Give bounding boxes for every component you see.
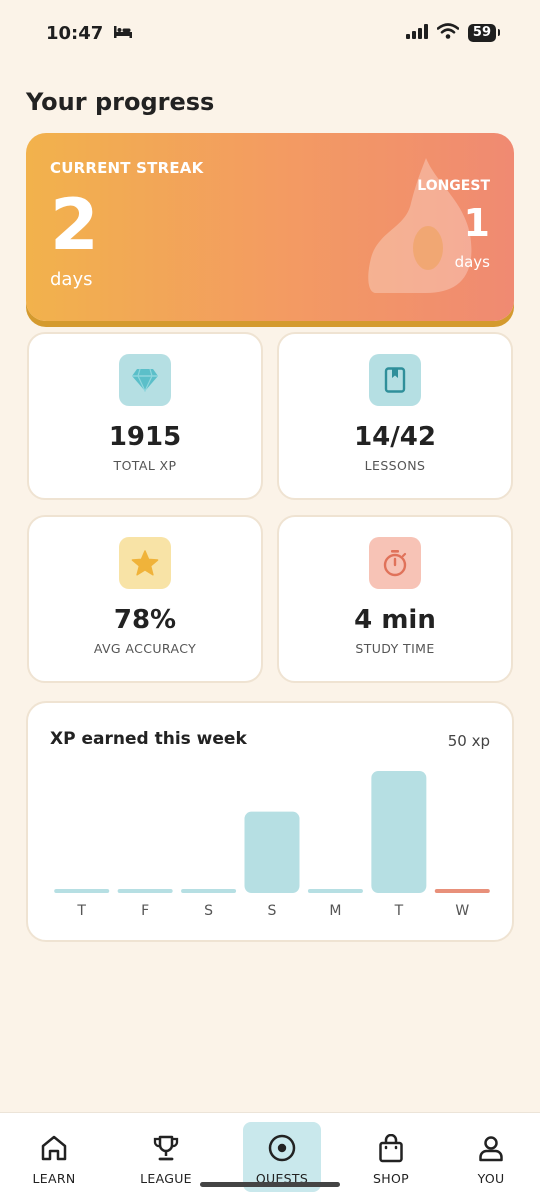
home-icon — [40, 1134, 68, 1162]
chart-day-label: W — [455, 903, 469, 919]
target-icon — [267, 1134, 297, 1162]
study-time-value: 4 min — [354, 605, 436, 635]
streak-label: CURRENT STREAK — [50, 159, 204, 177]
total-xp-value: 1915 — [108, 422, 182, 452]
nav-league[interactable]: LEAGUE — [127, 1122, 205, 1192]
chart-day-label: S — [204, 903, 213, 919]
stopwatch-icon — [369, 537, 421, 589]
nav-shop-label: SHOP — [373, 1171, 409, 1186]
battery-indicator: 59 — [467, 24, 501, 42]
chart-bar — [371, 771, 427, 893]
chart-day-label: S — [268, 903, 277, 919]
chart-bar — [434, 889, 490, 893]
chart-day-label: T — [76, 903, 86, 919]
trophy-icon — [152, 1134, 180, 1162]
total-xp-label: TOTAL XP — [113, 458, 177, 473]
status-time: 10:47 — [46, 22, 104, 44]
nav-league-label: LEAGUE — [140, 1171, 192, 1186]
avg-accuracy-label: AVG ACCURACY — [93, 641, 197, 656]
longest-streak-unit: days — [454, 253, 490, 271]
chart-bar — [244, 811, 300, 893]
streak-unit: days — [50, 269, 93, 290]
streak-value: 2 — [50, 184, 99, 266]
status-left: 10:47 — [46, 23, 133, 44]
book-icon — [369, 354, 421, 406]
chart-bar — [117, 889, 173, 893]
status-right: 59 — [405, 23, 501, 43]
nav-shop[interactable]: SHOP — [352, 1122, 430, 1192]
chart-day-label: F — [141, 903, 149, 919]
lessons-value: 14/42 — [354, 422, 436, 452]
chart-bar — [307, 889, 363, 893]
xp-bar-chart: TFSSMTW — [54, 771, 490, 919]
lessons-label: LESSONS — [364, 458, 426, 473]
shopping-bag-icon — [378, 1133, 404, 1162]
longest-streak-label: LONGEST — [417, 178, 490, 194]
avg-accuracy-card: 78% AVG ACCURACY — [27, 515, 263, 683]
study-time-card: 4 min STUDY TIME — [277, 515, 513, 683]
chart-day-label: M — [329, 903, 341, 919]
nav-learn-label: LEARN — [32, 1171, 76, 1186]
streak-card: CURRENT STREAK 2 days LONGEST 1 days — [26, 133, 514, 321]
total-xp-card: 1915 TOTAL XP — [27, 332, 263, 500]
study-time-label: STUDY TIME — [355, 641, 435, 656]
chart-bar — [54, 889, 110, 893]
longest-streak-value: 1 — [463, 201, 490, 245]
nav-you[interactable]: YOU — [452, 1122, 530, 1192]
status-bar: 10:47 59 — [0, 0, 540, 66]
chart-bar — [181, 889, 237, 893]
wifi-icon — [436, 23, 460, 43]
nav-learn[interactable]: LEARN — [15, 1122, 93, 1192]
signal-icon — [405, 23, 428, 43]
star-icon — [119, 537, 171, 589]
home-indicator — [200, 1182, 340, 1187]
lessons-card: 14/42 LESSONS — [277, 332, 513, 500]
nav-you-label: YOU — [477, 1171, 505, 1186]
page-title: Your progress — [26, 88, 215, 116]
diamond-icon — [119, 354, 171, 406]
avg-accuracy-value: 78% — [113, 605, 177, 635]
user-icon — [478, 1134, 504, 1162]
xp-week-chart-card: XP earned this week 50 xp TFSSMTW — [26, 701, 514, 942]
chart-day-label: T — [394, 903, 404, 919]
sleep-bed-icon — [113, 23, 133, 44]
